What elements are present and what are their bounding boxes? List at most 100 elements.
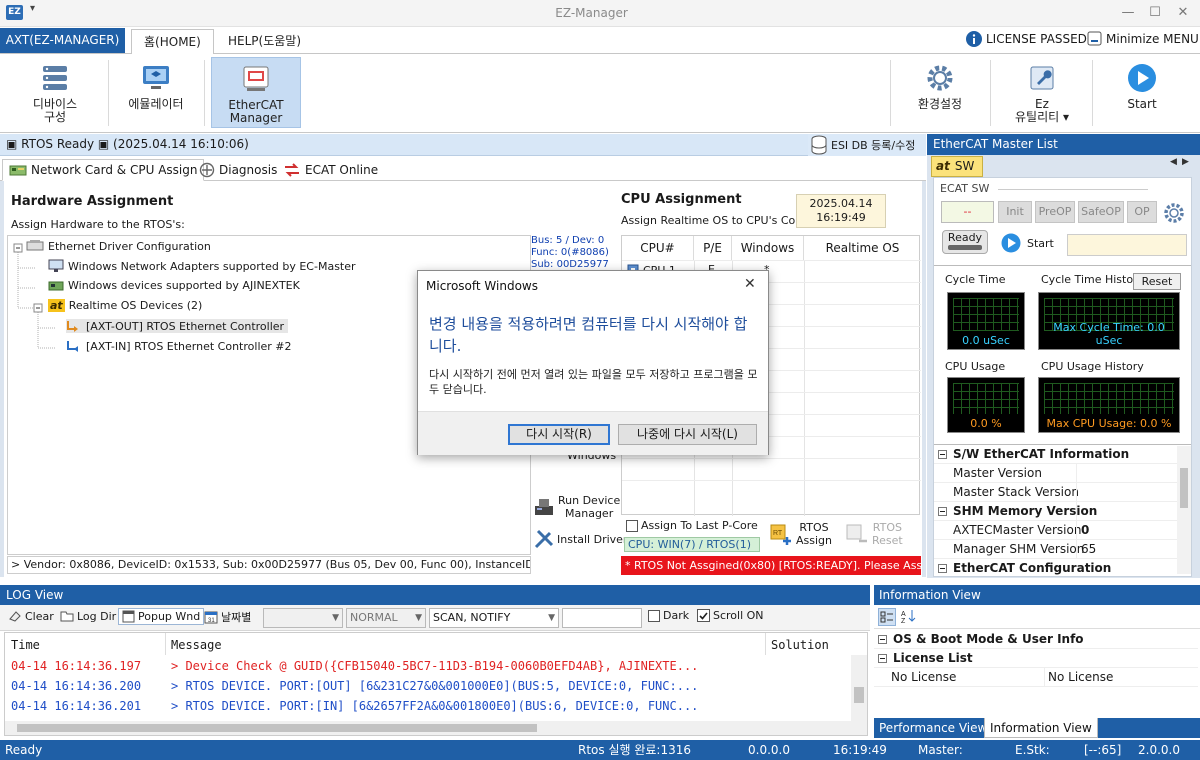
cycle-reset-button[interactable]: Reset: [1133, 273, 1181, 290]
hardware-assignment-subtitle: Assign Hardware to the RTOS's:: [11, 218, 185, 231]
checkbox-box[interactable]: [648, 609, 660, 622]
cpu-time: 16:19:49: [816, 211, 866, 224]
esi-db-button[interactable]: ESI DB 등록/수정: [808, 134, 926, 156]
checkbox-checked-icon[interactable]: [697, 609, 710, 622]
settings-button[interactable]: 환경설정: [900, 57, 980, 128]
log-dir-button[interactable]: Log Dir: [60, 609, 116, 623]
information-grid[interactable]: OS & Boot Mode & User Info License List …: [874, 629, 1200, 719]
col-header-cpu[interactable]: CPU#: [622, 236, 694, 260]
cycle-time-label: Cycle Time: [945, 273, 1006, 286]
master-tab-sw[interactable]: at SW: [931, 156, 983, 177]
ez-utility-button[interactable]: Ez 유틸리티 ▾: [1000, 57, 1084, 128]
log-header-time[interactable]: Time: [11, 635, 40, 655]
categorized-view-button[interactable]: [878, 608, 896, 626]
op-button[interactable]: OP: [1127, 201, 1157, 223]
scope-grid: [1044, 383, 1174, 414]
tree-node-windows-adapters[interactable]: Windows Network Adapters supported by EC…: [48, 259, 356, 273]
table-row[interactable]: 04-14 16:14:36.200 > RTOS DEVICE. PORT:[O…: [11, 679, 698, 693]
tab-diagnosis[interactable]: Diagnosis: [192, 159, 284, 181]
dialog-title: Microsoft Windows: [426, 279, 538, 293]
checkbox-box[interactable]: [626, 519, 638, 532]
log-level-combo[interactable]: NORMAL ▼: [346, 608, 426, 628]
info-section-os-boot[interactable]: OS & Boot Mode & User Info: [874, 630, 1198, 649]
alphabetical-view-button[interactable]: AZ: [900, 608, 918, 626]
collapse-icon[interactable]: [878, 653, 887, 663]
tab-scroll-left[interactable]: ◀: [1170, 157, 1177, 167]
log-filter-combo-1[interactable]: ▼: [263, 608, 343, 628]
app-menu-tab[interactable]: AXT(EZ-MANAGER): [0, 28, 125, 53]
maximize-button[interactable]: ☐: [1144, 4, 1166, 22]
by-date-button[interactable]: 31 날짜별: [204, 609, 251, 625]
safeop-button[interactable]: SafeOP: [1078, 201, 1124, 223]
init-button[interactable]: Init: [998, 201, 1032, 223]
tree-node-axt-out[interactable]: [AXT-OUT] RTOS Ethernet Controller: [66, 319, 289, 333]
tab-help[interactable]: HELP(도움말): [216, 29, 313, 54]
ecat-start-button[interactable]: Start: [1001, 233, 1054, 253]
prop-section-ethercat-config[interactable]: EtherCAT Configuration: [934, 559, 1177, 575]
log-vertical-scrollbar[interactable]: [851, 655, 867, 721]
tree-node-axt-in[interactable]: [AXT-IN] RTOS Ethernet Controller #2: [66, 339, 292, 353]
status-time: 16:19:49: [833, 743, 887, 757]
log-horizontal-scrollbar[interactable]: [5, 721, 867, 735]
close-button[interactable]: ✕: [1172, 4, 1194, 22]
minimize-button[interactable]: —: [1117, 4, 1139, 22]
log-list[interactable]: Time Message Solution 04-14 16:14:36.197…: [4, 632, 868, 736]
emulator-button[interactable]: 에뮬레이터: [118, 57, 194, 128]
cpu-usage-value: 0.0 %: [970, 417, 1002, 430]
scroll-on-checkbox[interactable]: Scroll ON: [697, 609, 764, 622]
scrollbar-thumb[interactable]: [17, 724, 537, 732]
col-header-realtime-os[interactable]: Realtime OS: [804, 236, 921, 260]
device-config-button[interactable]: 디바이스 구성: [20, 57, 90, 128]
popup-wnd-toggle[interactable]: Popup Wnd: [118, 608, 205, 625]
tab-network-card[interactable]: Network Card & CPU Assign: [2, 159, 205, 181]
prop-key: Manager SHM Version: [953, 542, 1085, 556]
tab-information-view[interactable]: Information View: [984, 718, 1098, 738]
ecat-settings-button[interactable]: [1163, 202, 1185, 224]
preop-button[interactable]: PreOP: [1035, 201, 1075, 223]
status-code: [--:65]: [1084, 743, 1122, 757]
tab-performance-view[interactable]: Performance View: [874, 718, 992, 738]
rtos-reset-button[interactable]: RTOS Reset: [844, 521, 903, 547]
install-driver-button[interactable]: Install Driver: [533, 528, 627, 550]
property-grid[interactable]: S/W EtherCAT Information Master Version …: [934, 445, 1177, 575]
prop-section-shm-memory[interactable]: SHM Memory Version: [934, 502, 1177, 521]
expand-icon[interactable]: [878, 634, 887, 644]
log-search-input[interactable]: [562, 608, 642, 628]
restart-later-button[interactable]: 나중에 다시 시작(L): [618, 424, 757, 445]
bus-info-line: Bus: 5 / Dev: 0: [531, 235, 605, 246]
prop-section-sw-ethercat[interactable]: S/W EtherCAT Information: [934, 445, 1177, 464]
ready-label: Ready: [947, 231, 983, 244]
col-header-pe[interactable]: P/E: [694, 236, 732, 260]
run-device-manager-button[interactable]: Run Device Manager: [533, 494, 621, 520]
scrollbar-thumb[interactable]: [1180, 468, 1188, 508]
ribbon-separator: [204, 60, 205, 126]
info-section-license-list[interactable]: License List: [874, 649, 1198, 668]
ecat-start-text-field[interactable]: [1067, 234, 1187, 256]
tree-node-ajinextek-devices[interactable]: Windows devices supported by AJINEXTEK: [48, 279, 300, 292]
restart-now-button[interactable]: 다시 시작(R): [508, 424, 610, 445]
table-row[interactable]: 04-14 16:14:36.201 > RTOS DEVICE. PORT:[I…: [11, 699, 698, 713]
collapse-icon[interactable]: [938, 563, 947, 573]
log-category-combo[interactable]: SCAN, NOTIFY ▼: [429, 608, 559, 628]
log-header-message[interactable]: Message: [171, 635, 222, 655]
scrollbar-thumb[interactable]: [854, 687, 864, 703]
ethercat-manager-button[interactable]: EtherCAT Manager: [211, 57, 301, 128]
tab-ecat-online[interactable]: ECAT Online: [276, 159, 385, 181]
dialog-close-button[interactable]: ✕: [744, 276, 756, 292]
minimize-menu-toggle[interactable]: Minimize MENU: [1087, 31, 1199, 46]
assign-last-pcore-checkbox[interactable]: Assign To Last P-Core: [626, 519, 758, 532]
clear-button[interactable]: Clear: [8, 609, 54, 623]
tree-node-realtime-os[interactable]: at Realtime OS Devices (2): [48, 299, 202, 312]
start-button[interactable]: Start: [1104, 57, 1180, 128]
property-scrollbar[interactable]: [1177, 446, 1191, 574]
col-header-windows[interactable]: Windows: [732, 236, 804, 260]
rtos-assign-button[interactable]: RT RTOS Assign: [768, 521, 832, 547]
tab-scroll-right[interactable]: ▶: [1182, 157, 1189, 167]
collapse-icon[interactable]: [938, 506, 947, 516]
tree-node-ethernet-driver[interactable]: Ethernet Driver Configuration: [26, 239, 211, 253]
tab-home[interactable]: 홈(HOME): [131, 29, 214, 55]
dark-checkbox[interactable]: Dark: [648, 609, 689, 622]
collapse-icon[interactable]: [938, 449, 947, 459]
table-row[interactable]: 04-14 16:14:36.197 > Device Check @ GUID(…: [11, 659, 698, 673]
log-header-solution[interactable]: Solution: [771, 635, 829, 655]
